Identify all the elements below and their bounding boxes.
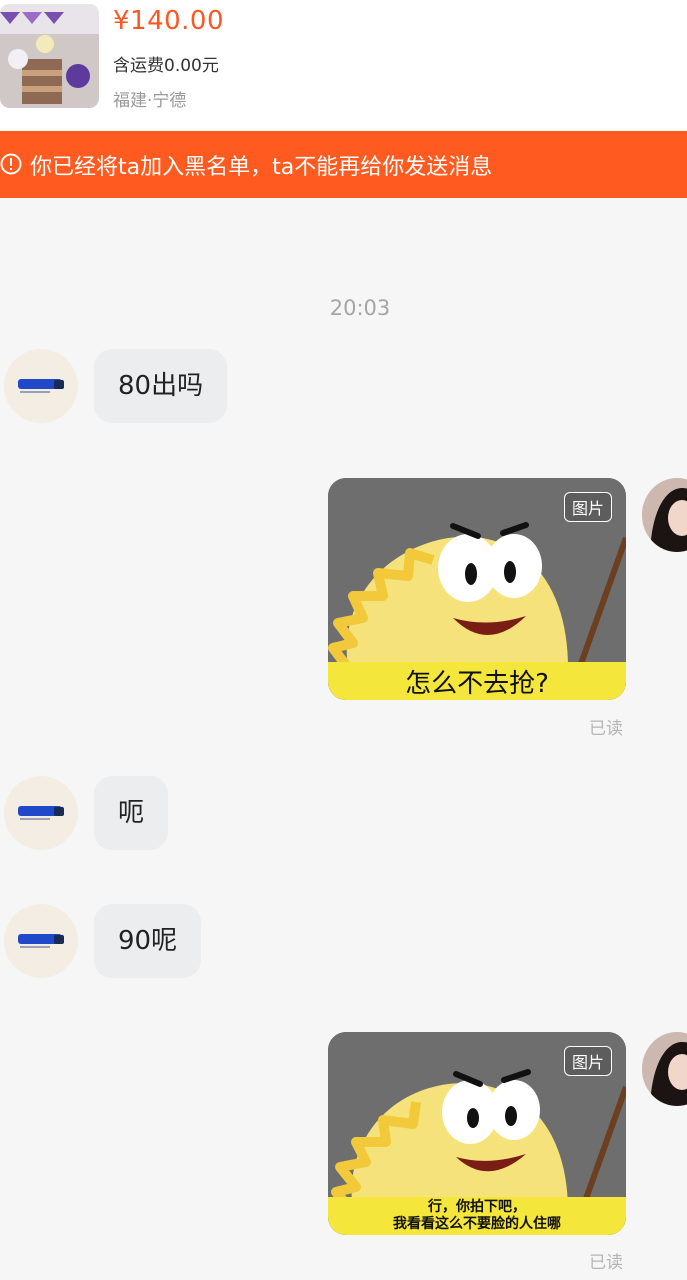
- my-avatar[interactable]: [642, 478, 687, 552]
- sticker-caption-line: 我看看这么不要脸的人住哪: [393, 1216, 561, 1232]
- product-price: ¥140.00: [113, 6, 225, 36]
- my-avatar[interactable]: [642, 1032, 687, 1106]
- message-bubble[interactable]: 呃: [94, 776, 169, 850]
- message-bubble[interactable]: 80出吗: [94, 349, 228, 423]
- product-location: 福建·宁德: [113, 91, 187, 111]
- message-bubble[interactable]: 90呢: [94, 904, 202, 978]
- seller-avatar[interactable]: [4, 904, 78, 978]
- image-badge: 图片: [563, 1046, 612, 1076]
- shipping-fee: 含运费0.00元: [113, 56, 219, 76]
- seller-avatar[interactable]: [4, 776, 78, 850]
- sticker-image[interactable]: 图片 怎么不去抢?: [328, 478, 626, 700]
- read-status: 已读: [589, 719, 623, 739]
- blacklist-message: 你已经将ta加入黑名单，ta不能再给你发送消息: [30, 155, 493, 180]
- sticker-caption: 行，你拍下吧， 我看看这么不要脸的人住哪: [328, 1197, 626, 1235]
- seller-avatar[interactable]: [4, 349, 78, 423]
- product-card[interactable]: ¥140.00 含运费0.00元 福建·宁德: [0, 0, 687, 131]
- image-badge: 图片: [563, 492, 612, 522]
- blacklist-banner: 你已经将ta加入黑名单，ta不能再给你发送消息: [0, 131, 687, 198]
- sticker-image[interactable]: 图片 行，你拍下吧， 我看看这么不要脸的人住哪: [328, 1032, 626, 1235]
- alert-circle-icon: [0, 153, 22, 175]
- product-thumbnail[interactable]: [0, 4, 99, 108]
- chat-timestamp: 20:03: [329, 296, 391, 320]
- sticker-caption-line: 行，你拍下吧，: [428, 1199, 526, 1215]
- read-status: 已读: [589, 1253, 623, 1273]
- sticker-caption: 怎么不去抢?: [328, 662, 626, 700]
